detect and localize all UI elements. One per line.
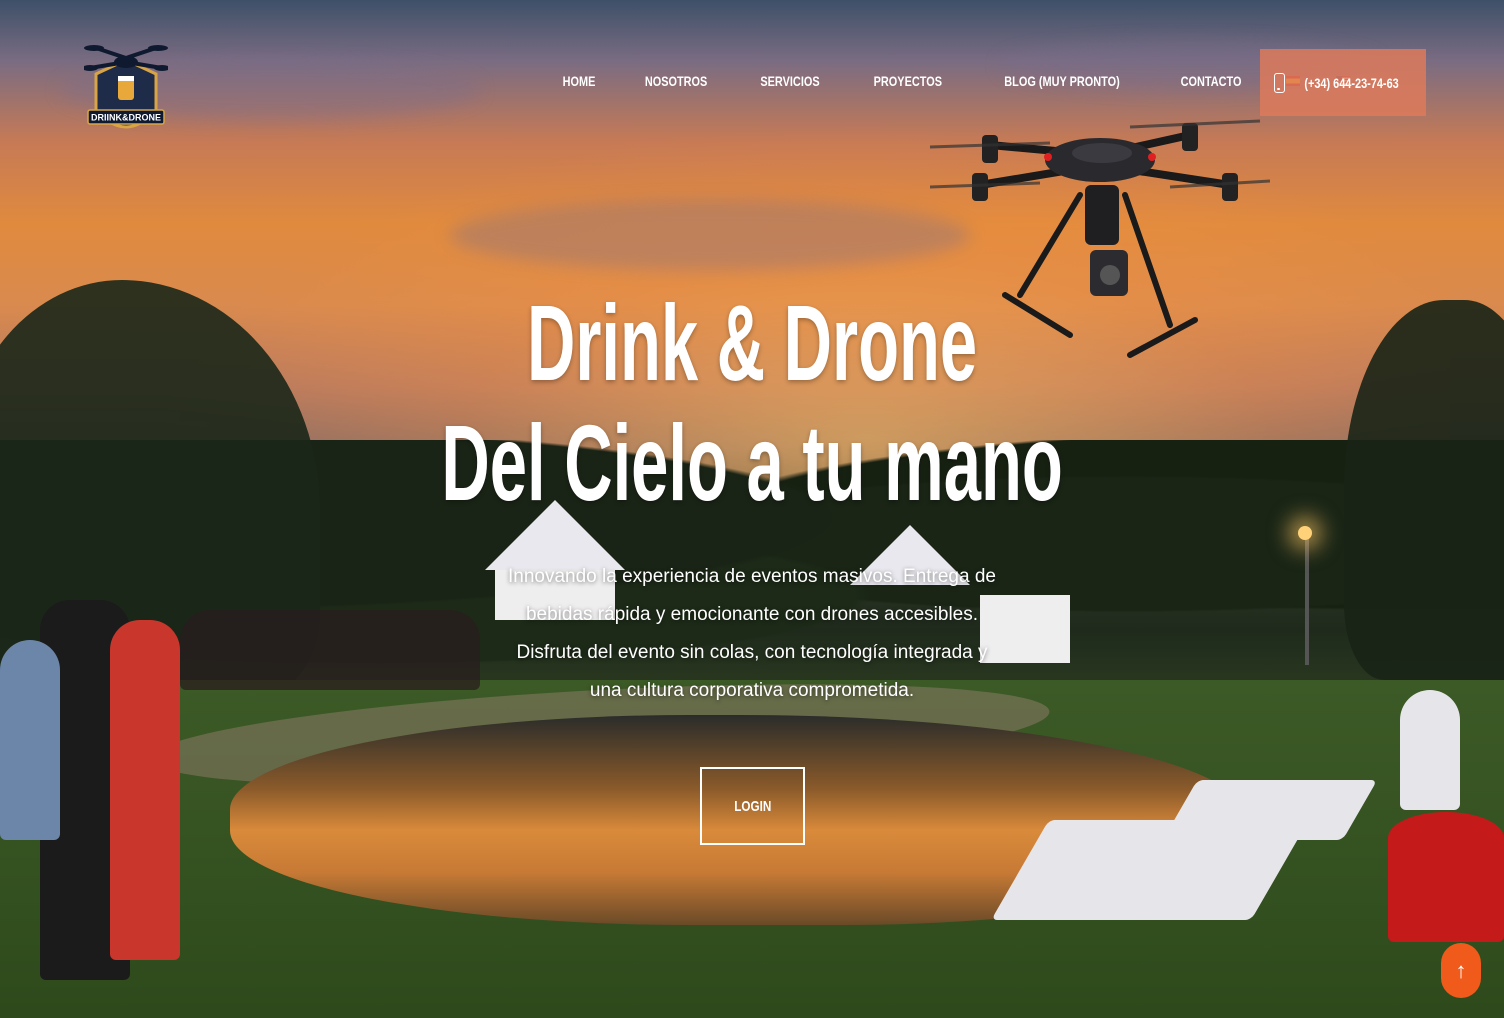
nav-item-nosotros[interactable]: NOSOTROS [645,73,707,89]
nav-item-home[interactable]: HOME [563,73,596,89]
mobile-phone-icon [1273,72,1285,93]
person [110,620,180,960]
nav-item-contacto[interactable]: CONTACTO [1180,73,1241,89]
cloud [450,200,970,270]
red-table [1388,812,1504,942]
nav-item-servicios[interactable]: SERVICIOS [760,73,819,89]
arrow-up-icon: ↑ [1455,957,1467,983]
hero-subtitle-text: Del Cielo a tu mano [441,402,1063,523]
brand-logo[interactable]: DRIINK&DRONE [84,40,168,144]
nav-item-blog[interactable]: BLOG (MUY PRONTO) [1004,73,1119,89]
street-light [1305,535,1309,665]
hero-title-line1: Drink & Drone [0,278,1504,408]
hero-title-text: Drink & Drone [526,282,978,403]
login-label: LOGIN [733,797,772,815]
crowd [180,610,480,690]
login-button[interactable]: LOGIN [700,767,805,845]
white-blanket [1162,780,1378,840]
hero-description: Innovando la experiencia de eventos masi… [508,566,996,701]
hero-title-line2: Del Cielo a tu mano [0,398,1504,528]
phone-number: (+34) 644-23-74-63 [1304,74,1399,91]
main-nav: HOME NOSOTROS SERVICIOS PROYECTOS BLOG (… [540,66,1368,96]
phone-button[interactable]: (+34) 644-23-74-63 [1260,49,1426,116]
logo-text: DRIINK&DRONE [91,113,161,123]
person [1400,690,1460,810]
nav-item-proyectos[interactable]: PROYECTOS [874,73,942,89]
person [0,640,60,840]
scroll-to-top-button[interactable]: ↑ [1441,943,1481,998]
lamp-glow [1298,526,1312,540]
